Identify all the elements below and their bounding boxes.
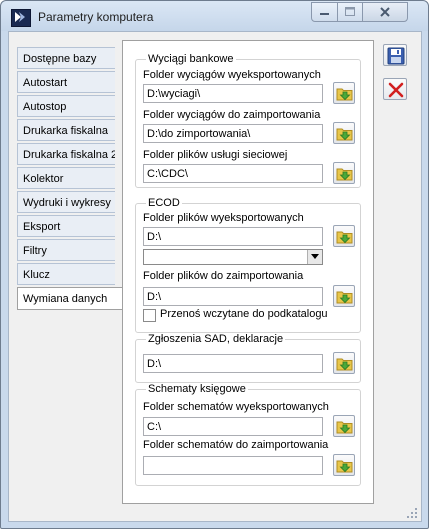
field-label: Folder schematów wyeksportowanych <box>143 401 329 413</box>
group-sad: Zgłoszenia SAD, deklaracje D:\ <box>135 333 361 383</box>
delete-button[interactable] <box>383 78 407 100</box>
browse-button[interactable] <box>333 225 355 247</box>
minimize-button[interactable] <box>311 2 338 22</box>
group-title: Wyciągi bankowe <box>146 53 236 65</box>
tab-autostart[interactable]: Autostart <box>17 71 115 93</box>
tab-wymiana-danych[interactable]: Wymiana danych <box>17 287 123 310</box>
combo-dropdown-button[interactable] <box>307 250 322 264</box>
group-title: Schematy księgowe <box>146 383 248 395</box>
save-button[interactable] <box>383 44 407 66</box>
ecod-import-folder-input[interactable]: D:\ <box>143 287 323 306</box>
bank-import-folder-input[interactable]: D:\do zimportowania\ <box>143 124 323 143</box>
folder-arrow-icon <box>336 88 353 101</box>
group-ecod: ECOD Folder plików wyeksportowanych D:\ … <box>135 197 361 333</box>
browse-button[interactable] <box>333 122 355 144</box>
ecod-export-folder-input[interactable]: D:\ <box>143 227 323 246</box>
tab-klucz[interactable]: Klucz <box>17 263 115 285</box>
dialog-body: Dostępne bazy Autostart Autostop Drukark… <box>8 31 422 522</box>
tab-filtry[interactable]: Filtry <box>17 239 115 261</box>
folder-arrow-icon <box>336 291 353 304</box>
browse-button[interactable] <box>333 415 355 437</box>
close-icon <box>380 7 390 17</box>
browse-button[interactable] <box>333 82 355 104</box>
close-button[interactable] <box>362 2 408 22</box>
tab-kolektor[interactable]: Kolektor <box>17 167 115 189</box>
move-to-subfolder-checkbox[interactable] <box>143 309 156 322</box>
window-title: Parametry komputera <box>38 10 154 24</box>
tab-drukarka-fiskalna-2[interactable]: Drukarka fiskalna 2 <box>17 143 115 165</box>
delete-icon <box>388 82 404 98</box>
tab-eksport[interactable]: Eksport <box>17 215 115 237</box>
field-label: Folder wyciągów wyeksportowanych <box>143 69 321 81</box>
tab-drukarka-fiskalna[interactable]: Drukarka fiskalna <box>17 119 115 141</box>
group-title: ECOD <box>146 197 182 209</box>
chevron-down-icon <box>311 254 319 259</box>
group-wyciagi-bankowe: Wyciągi bankowe Folder wyciągów wyekspor… <box>135 53 361 188</box>
folder-arrow-icon <box>336 460 353 473</box>
sad-folder-input[interactable]: D:\ <box>143 354 323 373</box>
dialog-window: Parametry komputera Dostępne bazy Autost… <box>0 0 429 529</box>
minimize-icon <box>320 13 329 15</box>
field-label: Folder plików wyeksportowanych <box>143 212 304 224</box>
app-logo-icon <box>11 9 31 27</box>
title-bar[interactable]: Parametry komputera <box>1 1 428 31</box>
save-icon <box>387 47 405 65</box>
field-label: Folder schematów do zaimportowania <box>143 439 329 451</box>
bank-export-folder-input[interactable]: D:\wyciagi\ <box>143 84 323 103</box>
browse-button[interactable] <box>333 162 355 184</box>
folder-arrow-icon <box>336 168 353 181</box>
field-label: Folder plików usługi sieciowej <box>143 149 288 161</box>
browse-button[interactable] <box>333 454 355 476</box>
group-schematy-ksiegowe: Schematy księgowe Folder schematów wyeks… <box>135 383 361 486</box>
tab-autostop[interactable]: Autostop <box>17 95 115 117</box>
schemes-import-folder-input[interactable] <box>143 456 323 475</box>
schemes-export-folder-input[interactable]: C:\ <box>143 417 323 436</box>
maximize-icon <box>345 7 355 16</box>
bank-service-folder-input[interactable]: C:\CDC\ <box>143 164 323 183</box>
tab-wydruki-i-wykresy[interactable]: Wydruki i wykresy <box>17 191 115 213</box>
move-to-subfolder-label[interactable]: Przenoś wczytane do podkatalogu <box>160 308 328 320</box>
group-title: Zgłoszenia SAD, deklaracje <box>146 333 286 345</box>
field-label: Folder wyciągów do zaimportowania <box>143 109 321 121</box>
folder-arrow-icon <box>336 128 353 141</box>
tab-dostepne-bazy[interactable]: Dostępne bazy <box>17 47 115 69</box>
browse-button[interactable] <box>333 285 355 307</box>
resize-grip-icon[interactable] <box>407 508 417 518</box>
field-label: Folder plików do zaimportowania <box>143 270 304 282</box>
folder-arrow-icon <box>336 421 353 434</box>
folder-arrow-icon <box>336 358 353 371</box>
tab-panel-wymiana-danych: Wyciągi bankowe Folder wyciągów wyekspor… <box>122 40 374 504</box>
ecod-export-combo[interactable] <box>143 249 323 265</box>
folder-arrow-icon <box>336 231 353 244</box>
browse-button[interactable] <box>333 352 355 374</box>
maximize-button[interactable] <box>337 2 363 22</box>
